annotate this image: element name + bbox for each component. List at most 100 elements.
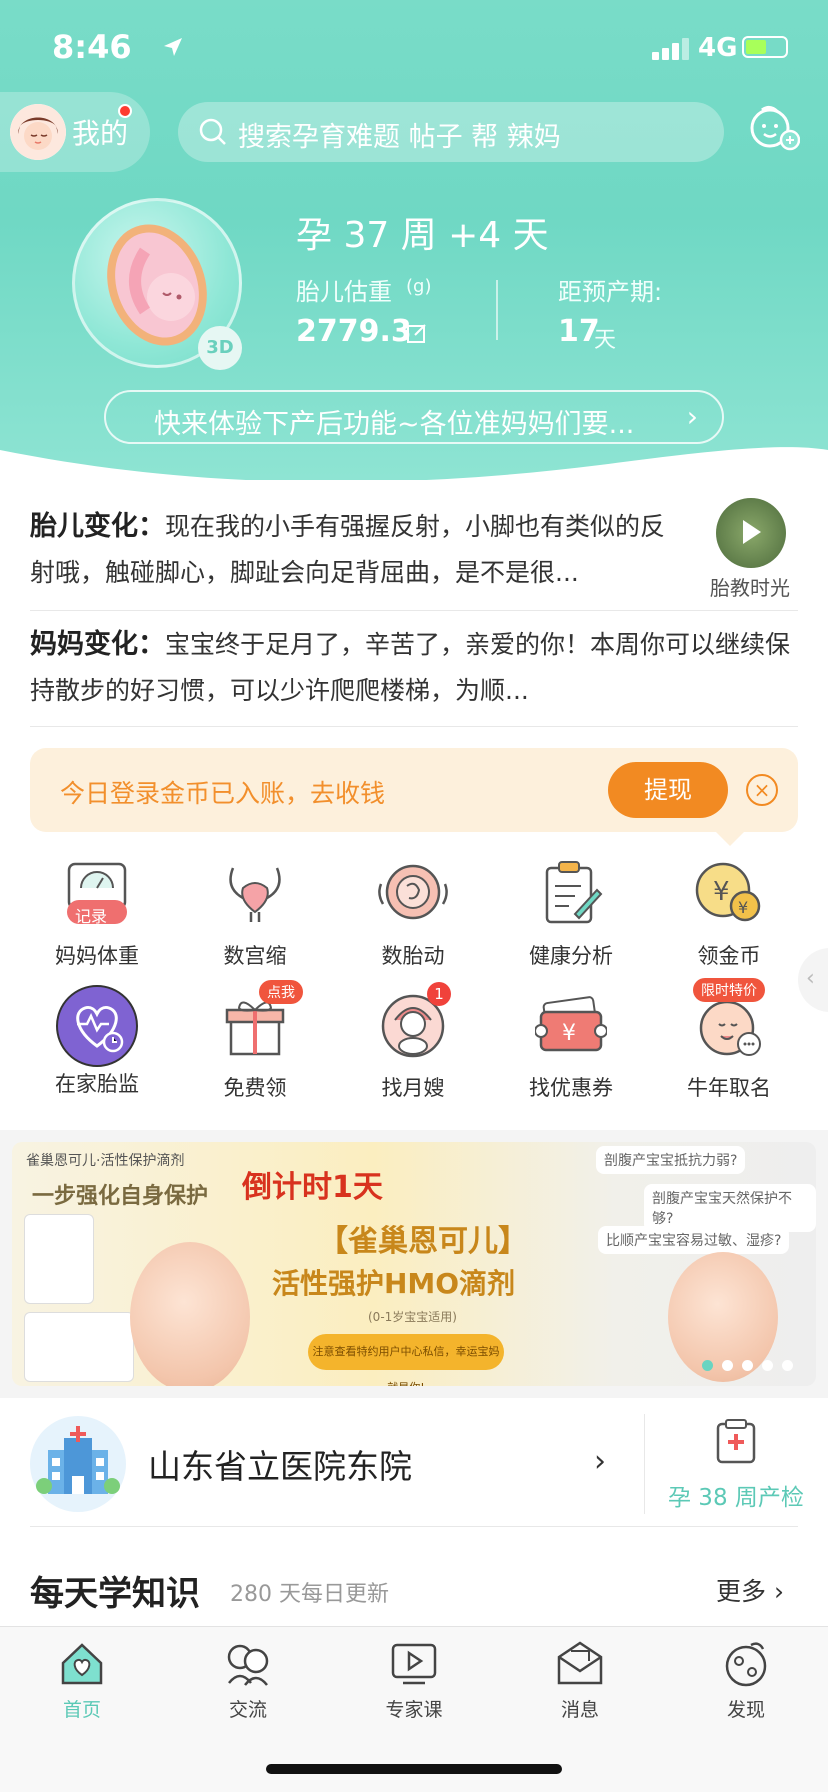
me-button[interactable]: 我的 bbox=[0, 92, 150, 172]
search-icon bbox=[199, 118, 226, 145]
weight-unit: (g) bbox=[406, 276, 432, 297]
info-divider bbox=[496, 280, 498, 340]
baby-profile-icon[interactable] bbox=[748, 104, 800, 152]
click-me-badge: 点我 bbox=[259, 980, 303, 1004]
tool-label: 在家胎监 bbox=[55, 1072, 139, 1096]
uterus-icon bbox=[219, 858, 291, 930]
divider bbox=[30, 726, 798, 727]
tool-home-monitor[interactable]: 在家胎监 bbox=[22, 985, 172, 1098]
more-link[interactable]: 更多 › bbox=[716, 1572, 784, 1608]
tool-label: 数胎动 bbox=[381, 944, 445, 968]
tool-label: 妈妈体重 bbox=[55, 944, 139, 968]
hospital-name[interactable]: 山东省立医院东院 bbox=[148, 1440, 412, 1488]
status-time: 8:46 bbox=[52, 28, 132, 66]
ad-banner[interactable]: 雀巢恩可儿·活性保护滴剂 一步强化自身保护 倒计时1天 【雀巢恩可儿】 活性强护… bbox=[12, 1142, 816, 1386]
discover-icon bbox=[725, 1642, 767, 1687]
record-tag: 记录 bbox=[75, 907, 108, 926]
svg-text:¥: ¥ bbox=[738, 898, 748, 917]
tab-home[interactable]: 首页 bbox=[22, 1639, 142, 1722]
tool-gold-coin[interactable]: ¥ ¥ 领金币 bbox=[654, 858, 804, 970]
ad-title: 【雀巢恩可儿】 bbox=[318, 1224, 528, 1259]
tool-find-nanny[interactable]: 1 找月嫂 bbox=[338, 982, 488, 1102]
banner-pointer bbox=[716, 832, 744, 846]
tab-expert-course[interactable]: 专家课 bbox=[354, 1639, 474, 1722]
3d-badge[interactable]: 3D bbox=[198, 326, 242, 370]
tool-contractions[interactable]: 数宫缩 bbox=[180, 858, 330, 970]
ad-subtitle: 活性强护HMO滴剂 bbox=[272, 1267, 516, 1300]
tool-coupons[interactable]: ¥ 找优惠券 bbox=[496, 990, 646, 1102]
withdraw-button[interactable]: 提现 bbox=[608, 762, 728, 818]
baby-change-title: 胎儿变化 bbox=[30, 511, 138, 542]
prenatal-music-thumbnail[interactable] bbox=[716, 498, 786, 568]
divider bbox=[644, 1414, 645, 1514]
coin-banner-text: 今日登录金币已入账，去收钱 bbox=[60, 779, 386, 808]
divider bbox=[30, 1526, 798, 1527]
tool-mom-weight[interactable]: 记录 妈妈体重 bbox=[22, 858, 172, 970]
gold-coin-icon: ¥ ¥ bbox=[693, 858, 765, 930]
chevron-right-icon[interactable]: › bbox=[594, 1444, 606, 1479]
tab-discover[interactable]: 发现 bbox=[686, 1639, 806, 1722]
tool-free-gift[interactable]: 点我 免费领 bbox=[180, 980, 330, 1102]
tab-label: 发现 bbox=[726, 1699, 765, 1721]
tool-label: 找优惠券 bbox=[529, 1076, 613, 1100]
divider bbox=[30, 610, 798, 611]
daily-knowledge-title: 每天学知识 bbox=[30, 1574, 200, 1614]
tool-health-analysis[interactable]: 健康分析 bbox=[496, 858, 646, 970]
battery-icon bbox=[742, 36, 788, 58]
coupon-icon: ¥ bbox=[534, 990, 608, 1062]
svg-text:¥: ¥ bbox=[713, 877, 730, 907]
ad-slogan: 一步强化自身保护 bbox=[32, 1184, 209, 1209]
home-indicator bbox=[266, 1764, 562, 1774]
edit-icon[interactable] bbox=[406, 322, 428, 344]
pregnancy-week: 孕 37 周 +4 天 bbox=[296, 215, 549, 256]
search-bar[interactable]: 搜索孕育难题 帖子 帮 辣妈 bbox=[178, 102, 724, 162]
home-heart-icon bbox=[61, 1643, 103, 1685]
more-label: 更多 bbox=[716, 1577, 767, 1606]
weight-value: 2779.3 bbox=[296, 314, 412, 349]
notice-text: 快来体验下产后功能~各位准妈妈们要... bbox=[154, 409, 635, 440]
close-icon[interactable]: × bbox=[746, 774, 778, 806]
mom-change-card[interactable]: 妈妈变化：宝宝终于足月了，辛苦了，亲爱的你！本周你可以继续保持散步的好习惯，可以… bbox=[30, 622, 798, 714]
tool-label: 领金币 bbox=[697, 944, 761, 968]
tool-label: 牛年取名 bbox=[687, 1076, 771, 1100]
video-course-icon bbox=[391, 1643, 437, 1685]
tab-label: 消息 bbox=[560, 1699, 599, 1721]
fetal-movement-icon bbox=[377, 858, 449, 930]
ad-question-1: 剖腹产宝宝抵抗力弱? bbox=[596, 1146, 746, 1174]
limited-offer-badge: 限时特价 bbox=[693, 978, 765, 1002]
baby-change-card[interactable]: 胎儿变化：现在我的小手有强握反射，小脚也有类似的反射哦，触碰脚心，脚趾会向足背屈… bbox=[30, 504, 680, 596]
play-icon bbox=[743, 520, 761, 544]
clipboard-icon bbox=[535, 858, 607, 930]
ad-question-3: 比顺产宝宝容易过敏、湿疹? bbox=[598, 1226, 790, 1254]
chevron-left-icon: ‹ bbox=[806, 966, 815, 991]
ad-cta-button[interactable]: 注意查看特约用户中心私信，幸运宝妈就是你! bbox=[308, 1334, 504, 1386]
due-label: 距预产期: bbox=[558, 278, 663, 306]
tab-label: 交流 bbox=[228, 1699, 267, 1721]
nanny-icon: 1 bbox=[377, 982, 451, 1062]
scale-icon: 记录 bbox=[61, 858, 133, 930]
tab-community[interactable]: 交流 bbox=[188, 1639, 308, 1722]
message-icon bbox=[557, 1641, 603, 1685]
tab-messages[interactable]: 消息 bbox=[520, 1639, 640, 1722]
ad-countdown: 倒计时1天 bbox=[242, 1170, 383, 1205]
coin-banner[interactable]: 今日登录金币已入账，去收钱 提现 × bbox=[30, 748, 798, 832]
tool-label: 数宫缩 bbox=[223, 944, 287, 968]
tool-fetal-movement[interactable]: 数胎动 bbox=[338, 858, 488, 970]
chevron-right-icon: › bbox=[686, 400, 698, 433]
tool-label: 免费领 bbox=[223, 1076, 287, 1100]
prenatal-music-label[interactable]: 胎教时光 bbox=[710, 572, 790, 601]
svg-text:¥: ¥ bbox=[562, 1021, 576, 1046]
checkup-label[interactable]: 孕 38 周产检 bbox=[668, 1478, 804, 1512]
checkup-icon[interactable] bbox=[714, 1418, 758, 1464]
heart-monitor-icon bbox=[55, 984, 139, 1068]
avatar bbox=[10, 104, 66, 160]
tool-label: 找月嫂 bbox=[381, 1076, 445, 1100]
surprised-baby-image bbox=[130, 1242, 250, 1386]
network-type: 4G bbox=[698, 33, 738, 63]
cellular-signal-icon bbox=[652, 36, 692, 60]
tool-baby-naming[interactable]: 限时特价 牛年取名 bbox=[654, 978, 804, 1102]
daily-knowledge-subtitle: 280 天每日更新 bbox=[230, 1582, 389, 1607]
ad-brand: 雀巢恩可儿·活性保护滴剂 bbox=[26, 1153, 185, 1169]
postpartum-notice[interactable]: 快来体验下产后功能~各位准妈妈们要... › bbox=[104, 390, 724, 444]
ad-question-2: 剖腹产宝宝天然保护不够? bbox=[644, 1184, 816, 1232]
